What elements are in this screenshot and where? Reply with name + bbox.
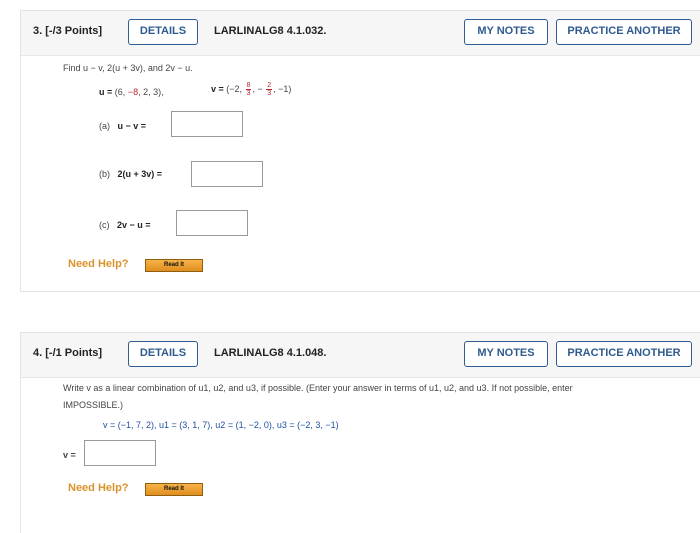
answer-input-c[interactable] bbox=[176, 210, 248, 236]
read-it-button[interactable]: Read It bbox=[145, 259, 203, 272]
answer-input[interactable] bbox=[84, 440, 156, 466]
part-b-label: (b) 2(u + 3v) = bbox=[99, 169, 163, 179]
problem-code: LARLINALG8 4.1.048. bbox=[214, 347, 327, 359]
my-notes-button[interactable]: MY NOTES bbox=[464, 341, 548, 367]
problem-code: LARLINALG8 4.1.032. bbox=[214, 25, 327, 37]
part-a-label: (a) u − v = bbox=[99, 121, 147, 131]
my-notes-button[interactable]: MY NOTES bbox=[464, 19, 548, 45]
details-button[interactable]: DETAILS bbox=[128, 341, 198, 367]
practice-another-button[interactable]: PRACTICE ANOTHER bbox=[556, 19, 692, 45]
read-it-button[interactable]: Read It bbox=[145, 483, 203, 496]
question-3-header: 3. [-/3 Points] DETAILS LARLINALG8 4.1.0… bbox=[21, 11, 700, 56]
given-vectors: v = (−1, 7, 2), u1 = (3, 1, 7), u2 = (1,… bbox=[103, 420, 339, 430]
question-3-card: 3. [-/3 Points] DETAILS LARLINALG8 4.1.0… bbox=[20, 10, 700, 292]
fraction-8-3: 83 bbox=[245, 82, 252, 97]
answer-label: v = bbox=[63, 450, 76, 460]
fraction-2-3: 23 bbox=[266, 82, 273, 97]
question-4-card: 4. [-/1 Points] DETAILS LARLINALG8 4.1.0… bbox=[20, 332, 700, 533]
answer-input-a[interactable] bbox=[171, 111, 243, 137]
details-button[interactable]: DETAILS bbox=[128, 19, 198, 45]
question-4-header: 4. [-/1 Points] DETAILS LARLINALG8 4.1.0… bbox=[21, 333, 700, 378]
part-c-label: (c) 2v − u = bbox=[99, 220, 151, 230]
question-number: 4. [-/1 Points] bbox=[33, 347, 103, 359]
question-prompt: Write v as a linear combination of u1, u… bbox=[63, 383, 573, 393]
question-prompt-continued: IMPOSSIBLE.) bbox=[63, 400, 124, 410]
answer-input-b[interactable] bbox=[191, 161, 263, 187]
need-help-label: Need Help? bbox=[68, 482, 129, 494]
practice-another-button[interactable]: PRACTICE ANOTHER bbox=[556, 341, 692, 367]
question-number: 3. [-/3 Points] bbox=[33, 25, 103, 37]
vector-v: v = (−2, 83, − 23, −1) bbox=[211, 82, 292, 97]
vector-u: u = (6, −8, 2, 3), bbox=[99, 87, 164, 97]
question-prompt: Find u − v, 2(u + 3v), and 2v − u. bbox=[63, 63, 193, 73]
need-help-label: Need Help? bbox=[68, 258, 129, 270]
